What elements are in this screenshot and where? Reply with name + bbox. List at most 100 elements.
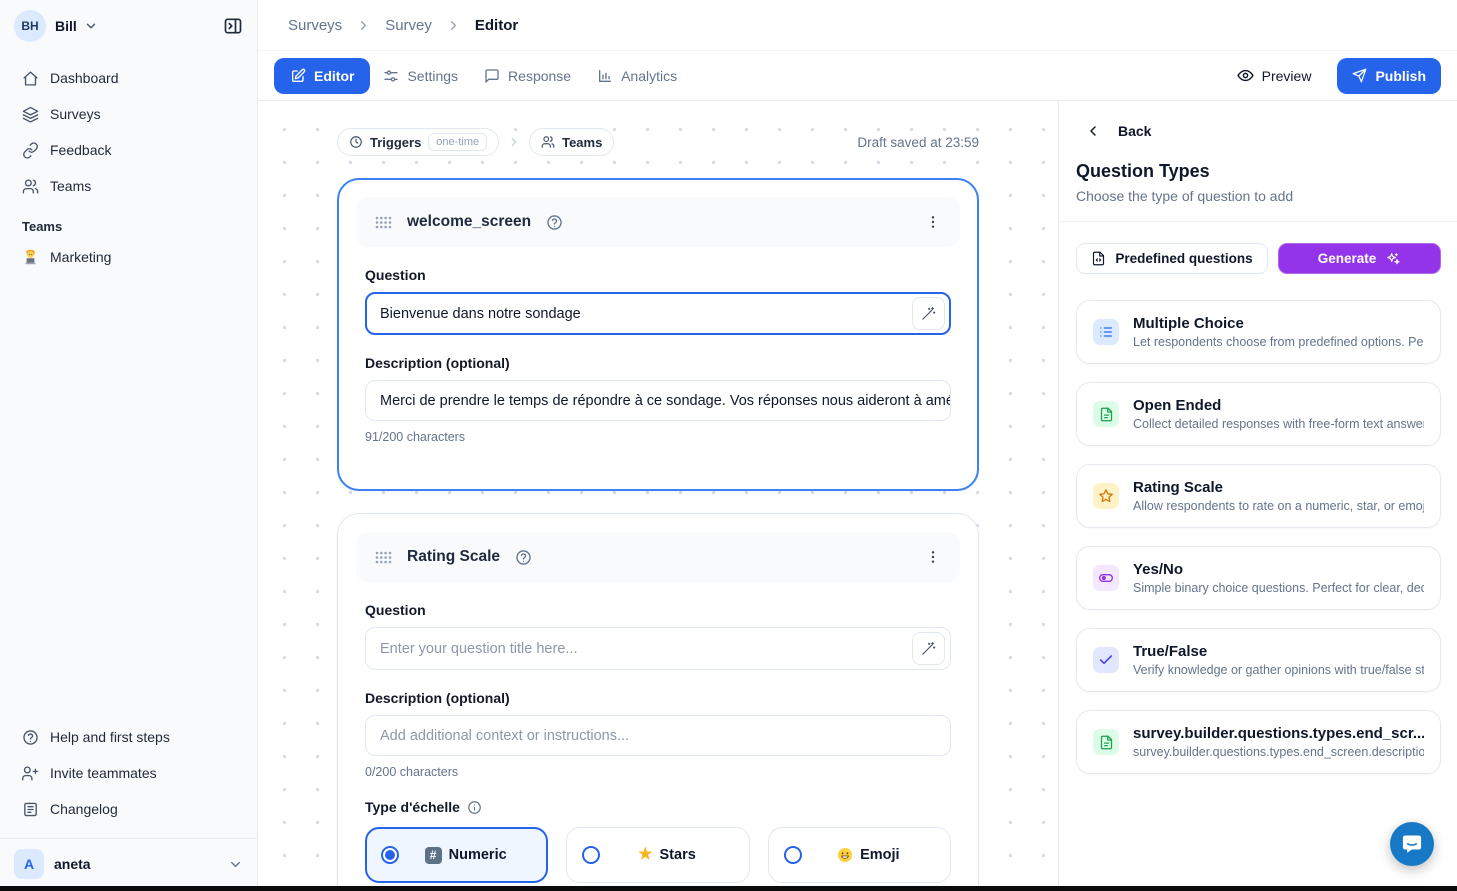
- breadcrumb-surveys[interactable]: Surveys: [288, 17, 342, 34]
- question-type-open-ended[interactable]: Open Ended Collect detailed responses wi…: [1076, 382, 1441, 446]
- question-type-true-false[interactable]: True/False Verify knowledge or gather op…: [1076, 628, 1441, 692]
- drag-handle-icon[interactable]: [375, 551, 392, 564]
- info-icon[interactable]: [467, 800, 482, 815]
- question-type-description: Collect detailed responses with free-for…: [1133, 417, 1424, 431]
- question-type-title: survey.builder.questions.types.end_scr..…: [1133, 725, 1424, 742]
- star-emoji-icon: ★: [638, 847, 652, 863]
- sidebar-item-label: Invite teammates: [50, 765, 157, 781]
- scale-option-label: Numeric: [449, 847, 507, 863]
- chat-bubble-icon: [1400, 832, 1424, 856]
- description-input[interactable]: Add additional context or instructions..…: [365, 715, 951, 756]
- ai-rewrite-button[interactable]: [912, 297, 945, 330]
- eye-icon: [1237, 67, 1254, 84]
- account-menu[interactable]: A aneta: [0, 838, 257, 891]
- sidebar-item-label: Teams: [50, 178, 91, 194]
- sidebar-item-help[interactable]: Help and first steps: [12, 720, 245, 754]
- sidebar-item-label: Help and first steps: [50, 729, 170, 745]
- question-type-description: Allow respondents to rate on a numeric, …: [1133, 499, 1424, 513]
- card-menu-button[interactable]: [925, 214, 941, 230]
- question-type-end-screen[interactable]: survey.builder.questions.types.end_scr..…: [1076, 710, 1441, 774]
- question-type-title: Yes/No: [1133, 561, 1424, 578]
- scale-option-label: Stars: [660, 847, 696, 863]
- users-icon: [22, 178, 39, 195]
- layers-icon: [22, 106, 39, 123]
- scale-type-label: Type d'échelle: [365, 799, 951, 815]
- description-input[interactable]: Merci de prendre le temps de répondre à …: [365, 380, 951, 421]
- scale-type-options: # Numeric ★ Stars: [365, 827, 951, 883]
- app-root: BH Bill Dashboard Surv: [0, 0, 1457, 891]
- workspace-switcher[interactable]: BH Bill: [0, 0, 257, 51]
- breadcrumb-survey[interactable]: Survey: [385, 17, 432, 34]
- question-type-title: Rating Scale: [1133, 479, 1424, 496]
- tab-analytics[interactable]: Analytics: [584, 58, 690, 94]
- publish-button[interactable]: Publish: [1337, 58, 1441, 94]
- question-card-header[interactable]: Rating Scale: [356, 532, 960, 582]
- teams-chip[interactable]: Teams: [529, 128, 614, 156]
- draft-status: Draft saved at 23:59: [857, 135, 979, 150]
- account-avatar: A: [14, 849, 44, 879]
- tab-settings[interactable]: Settings: [370, 58, 471, 94]
- question-type-multiple-choice[interactable]: Multiple Choice Let respondents choose f…: [1076, 300, 1441, 364]
- question-card-welcome-screen[interactable]: welcome_screen Question: [337, 178, 979, 491]
- drag-handle-icon[interactable]: [375, 216, 392, 229]
- scale-option-emoji[interactable]: Emoji: [768, 827, 951, 883]
- preview-label: Preview: [1262, 68, 1312, 84]
- description-placeholder: Add additional context or instructions..…: [380, 728, 629, 744]
- generate-button[interactable]: Generate: [1278, 243, 1441, 274]
- help-circle-icon[interactable]: [546, 214, 563, 231]
- question-card-rating-scale[interactable]: Rating Scale Question: [337, 513, 979, 891]
- question-type-title: Open Ended: [1133, 397, 1424, 414]
- radio-unselected[interactable]: [784, 846, 802, 864]
- sidebar-item-surveys[interactable]: Surveys: [12, 97, 245, 131]
- card-menu-button[interactable]: [925, 549, 941, 565]
- ai-rewrite-button[interactable]: [912, 632, 945, 665]
- question-card-header[interactable]: welcome_screen: [356, 197, 960, 247]
- question-card-title: welcome_screen: [407, 213, 531, 231]
- sidebar-item-dashboard[interactable]: Dashboard: [12, 61, 245, 95]
- triggers-label: Triggers: [370, 135, 421, 150]
- description-value: Merci de prendre le temps de répondre à …: [380, 393, 951, 409]
- generate-label: Generate: [1318, 251, 1377, 266]
- file-text-icon: [1093, 729, 1119, 755]
- question-type-description: Let respondents choose from predefined o…: [1133, 335, 1424, 349]
- question-title-value: Bienvenue dans notre sondage: [380, 306, 581, 322]
- question-title-placeholder: Enter your question title here...: [380, 641, 577, 657]
- question-title-input[interactable]: Enter your question title here...: [365, 627, 951, 670]
- numeric-keycap-icon: #: [425, 847, 442, 864]
- scale-option-numeric[interactable]: # Numeric: [365, 827, 548, 883]
- scale-option-stars[interactable]: ★ Stars: [566, 827, 749, 883]
- sidebar-item-teams[interactable]: Teams: [12, 169, 245, 203]
- question-type-title: True/False: [1133, 643, 1424, 660]
- triggers-chip[interactable]: Triggers one-time: [337, 128, 499, 156]
- question-type-rating-scale[interactable]: Rating Scale Allow respondents to rate o…: [1076, 464, 1441, 528]
- sidebar-item-changelog[interactable]: Changelog: [12, 792, 245, 826]
- question-type-yes-no[interactable]: Yes/No Simple binary choice questions. P…: [1076, 546, 1441, 610]
- kebab-icon: [925, 549, 941, 565]
- pencil-square-icon: [290, 68, 306, 84]
- radio-unselected[interactable]: [582, 846, 600, 864]
- panel-toggle-icon: [223, 16, 243, 36]
- predefined-questions-button[interactable]: Predefined questions: [1076, 243, 1268, 274]
- sidebar-item-invite[interactable]: Invite teammates: [12, 756, 245, 790]
- user-plus-icon: [22, 765, 39, 782]
- send-icon: [1352, 68, 1367, 83]
- sidebar-item-feedback[interactable]: Feedback: [12, 133, 245, 167]
- help-circle-icon: [22, 729, 39, 746]
- question-title-input[interactable]: Bienvenue dans notre sondage: [365, 292, 951, 335]
- back-button[interactable]: Back: [1076, 123, 1441, 139]
- star-icon: [1093, 483, 1119, 509]
- help-circle-icon[interactable]: [515, 549, 532, 566]
- radio-selected[interactable]: [381, 846, 399, 864]
- sliders-icon: [383, 68, 399, 84]
- sidebar-collapse-button[interactable]: [223, 16, 243, 36]
- question-type-description: survey.builder.questions.types.end_scree…: [1133, 745, 1424, 759]
- chat-widget-button[interactable]: [1390, 822, 1434, 866]
- tab-editor[interactable]: Editor: [274, 58, 370, 94]
- sidebar-item-label: Surveys: [50, 106, 101, 122]
- message-icon: [484, 68, 500, 84]
- sidebar-item-team-marketing[interactable]: Marketing: [12, 240, 245, 274]
- preview-button[interactable]: Preview: [1237, 67, 1312, 84]
- tab-response[interactable]: Response: [471, 58, 584, 94]
- toggle-icon: [1093, 565, 1119, 591]
- chevron-down-icon: [84, 19, 98, 33]
